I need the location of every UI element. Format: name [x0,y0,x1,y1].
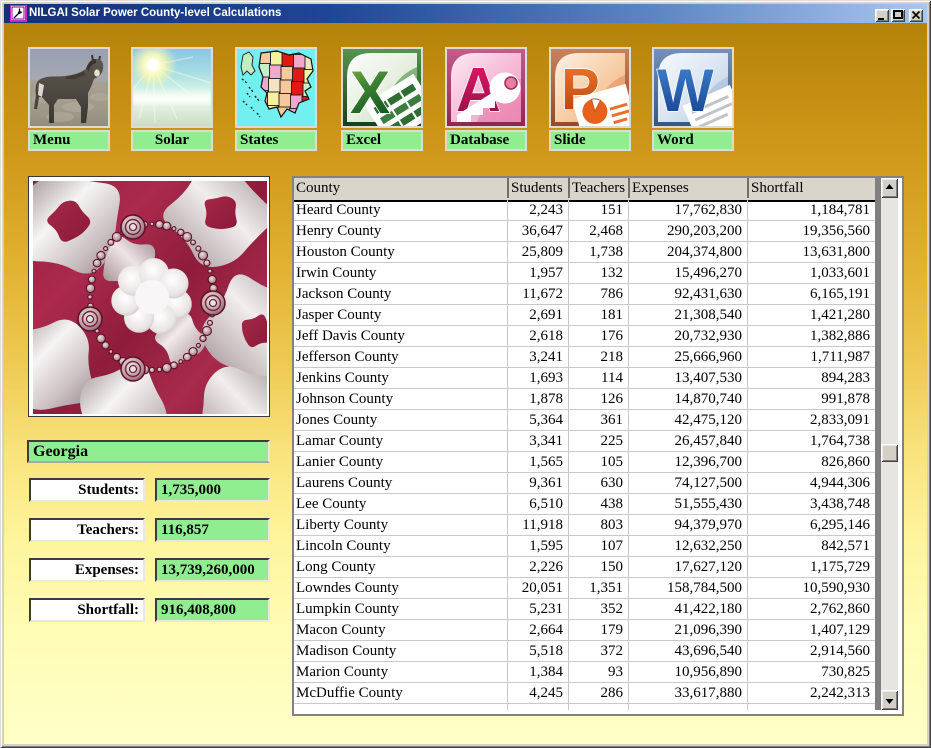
svg-text:P: P [561,57,600,122]
svg-text:W: W [657,57,714,124]
svg-text:X: X [350,59,390,126]
